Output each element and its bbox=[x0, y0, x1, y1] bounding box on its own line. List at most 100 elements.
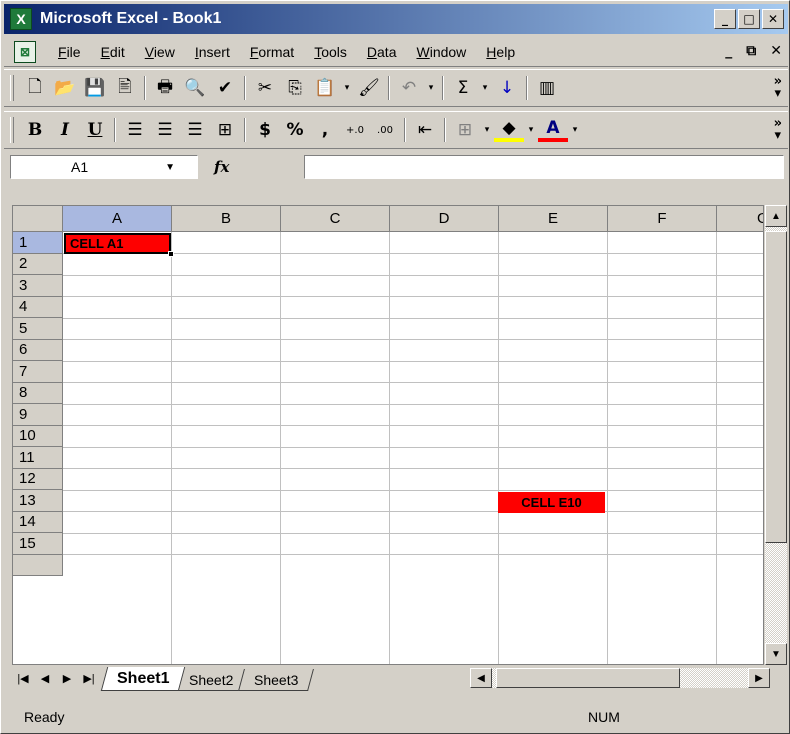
toolbar-grip[interactable] bbox=[10, 75, 14, 101]
paste-dropdown-icon[interactable]: ▾ bbox=[340, 74, 354, 102]
autosum-dropdown-icon[interactable]: ▾ bbox=[478, 74, 492, 102]
name-box-dropdown-icon[interactable]: ▼ bbox=[165, 162, 175, 173]
comma-button[interactable]: , bbox=[310, 116, 340, 144]
fill-handle[interactable] bbox=[168, 251, 174, 257]
print-preview-icon[interactable]: 🔍 bbox=[180, 74, 210, 102]
menu-format[interactable]: Format bbox=[240, 44, 304, 60]
cell-e10[interactable]: CELL E10 bbox=[498, 492, 605, 513]
underline-button[interactable]: U bbox=[80, 116, 110, 144]
next-sheet-icon[interactable]: ▶ bbox=[56, 668, 78, 688]
undo-dropdown-icon[interactable]: ▾ bbox=[424, 74, 438, 102]
fill-color-icon[interactable]: ◆ bbox=[494, 118, 524, 142]
menu-tools[interactable]: Tools bbox=[304, 44, 357, 60]
toolbar-options-icon[interactable]: » ▾ bbox=[774, 75, 782, 100]
row-header-3[interactable]: 3 bbox=[13, 275, 63, 297]
column-header-a[interactable]: A bbox=[63, 206, 172, 232]
borders-dropdown-icon[interactable]: ▾ bbox=[480, 116, 494, 144]
scroll-right-icon[interactable]: ▶ bbox=[748, 668, 770, 688]
toolbar-grip[interactable] bbox=[10, 117, 14, 143]
column-header-f[interactable]: F bbox=[608, 206, 717, 232]
last-sheet-icon[interactable]: ▶| bbox=[78, 668, 100, 688]
excel-app-icon[interactable]: X bbox=[10, 8, 32, 30]
bold-button[interactable]: B bbox=[20, 116, 50, 144]
name-box[interactable]: A1 ▼ bbox=[10, 155, 198, 179]
vertical-scrollbar[interactable]: ▲ ▼ bbox=[765, 205, 787, 665]
align-right-icon[interactable]: ☰ bbox=[180, 116, 210, 144]
open-icon[interactable]: 📂 bbox=[50, 74, 80, 102]
close-button[interactable]: ✕ bbox=[762, 9, 784, 29]
workbook-close-button[interactable]: ✕ bbox=[770, 43, 782, 59]
italic-button[interactable]: I bbox=[50, 116, 80, 144]
decrease-decimal-button[interactable]: .00 bbox=[370, 116, 400, 144]
font-color-icon[interactable]: A bbox=[538, 118, 568, 142]
first-sheet-icon[interactable]: |◀ bbox=[12, 668, 34, 688]
increase-decimal-button[interactable]: +.0 bbox=[340, 116, 370, 144]
undo-icon[interactable]: ↶ bbox=[394, 74, 424, 102]
currency-button[interactable]: $ bbox=[250, 116, 280, 144]
align-center-icon[interactable]: ☰ bbox=[150, 116, 180, 144]
scroll-left-icon[interactable]: ◀ bbox=[470, 668, 492, 688]
select-all-button[interactable] bbox=[13, 206, 63, 232]
title-bar[interactable]: X Microsoft Excel - Book1 _ □ ✕ bbox=[4, 4, 788, 34]
row-header-11[interactable]: 11 bbox=[13, 447, 63, 469]
print-icon[interactable]: 🖶 bbox=[150, 74, 180, 102]
cell-a1[interactable]: CELL A1 bbox=[64, 233, 174, 257]
menu-file[interactable]: File bbox=[48, 44, 91, 60]
row-header-15[interactable]: 15 bbox=[13, 533, 63, 555]
percent-button[interactable]: % bbox=[280, 116, 310, 144]
autosum-icon[interactable]: Σ bbox=[448, 74, 478, 102]
scroll-up-icon[interactable]: ▲ bbox=[765, 205, 787, 227]
column-header-b[interactable]: B bbox=[172, 206, 281, 232]
vertical-scroll-thumb[interactable] bbox=[765, 231, 787, 543]
menu-edit[interactable]: Edit bbox=[91, 44, 135, 60]
row-header-10[interactable]: 10 bbox=[13, 425, 63, 447]
row-header-14[interactable]: 14 bbox=[13, 511, 63, 533]
workbook-minimize-button[interactable]: _ bbox=[725, 43, 732, 59]
row-header-16-partial[interactable] bbox=[13, 554, 63, 576]
menu-view[interactable]: View bbox=[135, 44, 185, 60]
menu-data[interactable]: Data bbox=[357, 44, 407, 60]
column-header-e[interactable]: E bbox=[499, 206, 608, 232]
horizontal-scrollbar[interactable]: ◀ ▶ bbox=[470, 668, 770, 688]
tab-sheet1[interactable]: Sheet1 bbox=[100, 667, 186, 691]
decrease-indent-icon[interactable]: ⇤ bbox=[410, 116, 440, 144]
worksheet-grid[interactable]: A B C D E F G 1 2 3 4 5 6 7 8 9 10 11 12… bbox=[12, 205, 764, 665]
copy-icon[interactable]: ⎘ bbox=[280, 74, 310, 102]
sort-ascending-icon[interactable]: ↓ bbox=[492, 74, 522, 102]
font-color-dropdown-icon[interactable]: ▾ bbox=[568, 116, 582, 144]
save-icon[interactable]: 💾 bbox=[80, 74, 110, 102]
paste-icon[interactable]: 📋 bbox=[310, 74, 340, 102]
spelling-icon[interactable]: ✔ bbox=[210, 74, 240, 102]
row-header-6[interactable]: 6 bbox=[13, 339, 63, 361]
row-header-7[interactable]: 7 bbox=[13, 361, 63, 383]
workbook-icon[interactable]: ⊠ bbox=[14, 40, 36, 63]
toolbar-options-icon[interactable]: » ▾ bbox=[774, 117, 782, 142]
column-header-d[interactable]: D bbox=[390, 206, 499, 232]
minimize-button[interactable]: _ bbox=[714, 9, 736, 29]
column-header-g[interactable]: G bbox=[717, 206, 763, 232]
borders-icon[interactable]: ⊞ bbox=[450, 116, 480, 144]
row-header-4[interactable]: 4 bbox=[13, 296, 63, 318]
permission-icon[interactable]: 🖹 bbox=[110, 74, 140, 102]
row-header-13[interactable]: 13 bbox=[13, 490, 63, 512]
insert-function-icon[interactable]: fx bbox=[214, 158, 229, 176]
column-header-c[interactable]: C bbox=[281, 206, 390, 232]
maximize-button[interactable]: □ bbox=[738, 9, 760, 29]
scroll-down-icon[interactable]: ▼ bbox=[765, 643, 787, 665]
cut-icon[interactable]: ✂ bbox=[250, 74, 280, 102]
tab-sheet3[interactable]: Sheet3 bbox=[237, 669, 315, 691]
align-left-icon[interactable]: ☰ bbox=[120, 116, 150, 144]
formula-input[interactable] bbox=[304, 155, 784, 179]
row-header-1[interactable]: 1 bbox=[13, 232, 63, 254]
menu-insert[interactable]: Insert bbox=[185, 44, 240, 60]
menu-window[interactable]: Window bbox=[406, 44, 476, 60]
chart-wizard-icon[interactable]: ▥ bbox=[532, 74, 562, 102]
workbook-restore-button[interactable]: ⧉ bbox=[746, 43, 756, 59]
format-painter-icon[interactable]: 🖌 bbox=[354, 74, 384, 102]
horizontal-scroll-thumb[interactable] bbox=[496, 668, 680, 688]
row-header-5[interactable]: 5 bbox=[13, 318, 63, 340]
previous-sheet-icon[interactable]: ◀ bbox=[34, 668, 56, 688]
row-header-2[interactable]: 2 bbox=[13, 253, 63, 275]
new-icon[interactable]: 🗋 bbox=[20, 74, 50, 102]
menu-help[interactable]: Help bbox=[476, 44, 525, 60]
